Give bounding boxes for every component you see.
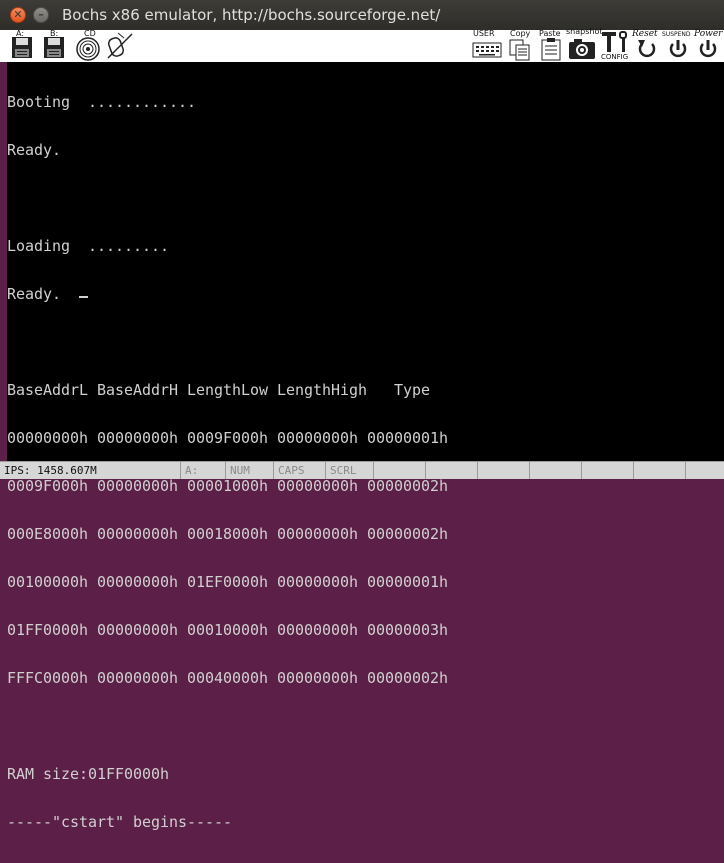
console-line: Loading ......... (7, 237, 170, 255)
status-slot (582, 462, 634, 479)
minimize-window-button[interactable]: – (33, 7, 49, 23)
ips-indicator: IPS: 1458.607M (0, 462, 181, 479)
paste-button[interactable]: Paste (537, 29, 567, 62)
memory-table-row: 000E8000h 00000000h 00018000h 00000000h … (7, 525, 449, 543)
memory-table-row: 00000000h 00000000h 0009F000h 00000000h … (7, 429, 449, 447)
suspend-power-icon (669, 40, 687, 58)
floppy-disk-icon (44, 37, 64, 58)
drive-indicator: A: (181, 462, 226, 479)
num-lock-indicator: NUM (226, 462, 274, 479)
window-titlebar[interactable]: ✕ – Bochs x86 emulator, http://bochs.sou… (0, 0, 724, 30)
memory-table-row: FFFC0000h 00000000h 00040000h 00000000h … (7, 669, 449, 687)
snapshot-button[interactable]: snapshot (566, 27, 603, 62)
power-icon (699, 40, 717, 58)
mouse-capture-button[interactable] (104, 30, 136, 62)
paste-clipboard-icon (541, 38, 561, 61)
console-line: Ready. (7, 141, 62, 159)
status-slot (686, 462, 724, 479)
config-button[interactable]: CONFIG (600, 30, 632, 62)
desktop-edge (0, 62, 7, 461)
text-cursor (79, 296, 89, 298)
scroll-lock-indicator: SCRL (326, 462, 374, 479)
window-title: Bochs x86 emulator, http://bochs.sourcef… (62, 6, 441, 24)
status-slot (426, 462, 478, 479)
close-window-button[interactable]: ✕ (10, 7, 26, 23)
user-button[interactable]: USER (470, 29, 504, 62)
suspend-button[interactable]: SUSPEND (662, 30, 694, 62)
floppy-a-button[interactable]: A: (6, 29, 38, 62)
reset-button[interactable]: Reset (632, 29, 662, 62)
cdrom-disc-icon (76, 37, 100, 61)
cdrom-button[interactable]: CD (72, 29, 104, 62)
ram-size-line: RAM size:01FF0000h (7, 765, 170, 783)
console-line: Booting ............ (7, 93, 197, 111)
power-button[interactable]: Power (694, 29, 724, 62)
status-slot (374, 462, 426, 479)
cstart-line: -----"cstart" begins----- (7, 813, 233, 831)
memory-table-row: 0009F000h 00000000h 00001000h 00000000h … (7, 477, 449, 495)
floppy-b-button[interactable]: B: (38, 29, 70, 62)
tools-config-icon (602, 31, 627, 52)
memory-table-row: 00100000h 00000000h 01EF0000h 00000000h … (7, 573, 449, 591)
status-bar: IPS: 1458.607M A: NUM CAPS SCRL (0, 461, 724, 479)
console-line-with-cursor: Ready. (7, 286, 448, 302)
memory-table-row: 01FF0000h 00000000h 00010000h 00000000h … (7, 621, 449, 639)
copy-button[interactable]: Copy (505, 29, 535, 62)
caps-lock-indicator: CAPS (274, 462, 326, 479)
console-line: Ready. (7, 285, 80, 303)
keyboard-icon (472, 42, 502, 58)
camera-icon (569, 39, 595, 59)
status-slot (530, 462, 582, 479)
copy-icon (509, 39, 530, 61)
bochs-toolbar: A: B: CD USER Copy Paste snapshot CONFIG… (0, 27, 724, 62)
reset-arrow-icon (638, 40, 656, 58)
status-slot (478, 462, 530, 479)
floppy-disk-icon (12, 37, 32, 58)
memory-table-header: BaseAddrL BaseAddrH LengthLow LengthHigh… (7, 381, 431, 399)
mouse-icon (107, 32, 133, 59)
emulator-screen[interactable]: Booting ............ Ready. Loading ....… (7, 62, 724, 830)
status-slot (634, 462, 686, 479)
